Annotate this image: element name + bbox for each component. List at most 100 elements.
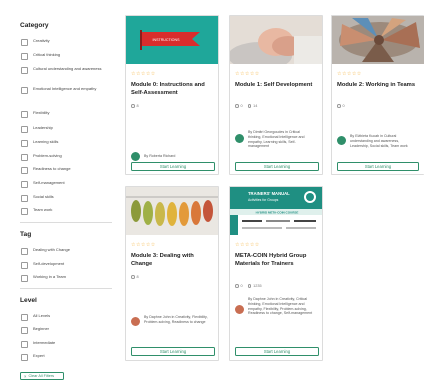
- students-icon: [247, 104, 252, 108]
- course-card[interactable]: ☆☆☆☆☆ Module 1: Self Development 0 14 By …: [229, 15, 323, 175]
- avatar: [337, 136, 346, 145]
- filter-tag-self-development[interactable]: Self-development: [21, 261, 113, 269]
- course-meta: 8: [131, 104, 139, 108]
- tag-heading: Tag: [20, 231, 32, 238]
- checkbox[interactable]: [21, 313, 28, 321]
- checkbox[interactable]: [21, 353, 28, 361]
- thumb-banner-text: INSTRUCTIONS: [153, 38, 181, 42]
- filter-level-all-levels[interactable]: All Levels: [21, 313, 113, 321]
- thumb-manual-subtitle: Activities for Groups: [248, 198, 279, 202]
- checkbox[interactable]: [21, 125, 28, 133]
- rating-stars: ☆☆☆☆☆: [131, 71, 156, 77]
- filter-label: Emotional Intelligence and empathy: [33, 86, 97, 91]
- checkbox[interactable]: [21, 86, 28, 94]
- checkbox[interactable]: [21, 247, 28, 255]
- checkbox[interactable]: [21, 66, 28, 74]
- author-text: By Daphne John in Creativity, Flexibilit…: [144, 315, 208, 324]
- checkbox[interactable]: [21, 166, 28, 174]
- filter-category-readiness-to-change[interactable]: Readiness to change: [21, 166, 113, 174]
- filter-category-cultural-understanding[interactable]: Cultural understanding and awareness: [21, 66, 113, 74]
- start-learning-button[interactable]: Start Learning: [337, 162, 419, 171]
- filter-label: Learning skills: [33, 139, 59, 144]
- filter-category-problem-solving[interactable]: Problem-solving: [21, 153, 113, 161]
- course-card[interactable]: TRAINERS' MANUAL Activities for Groups H…: [229, 186, 323, 361]
- checkbox[interactable]: [21, 180, 28, 188]
- filter-category-social-skills[interactable]: Social skills: [21, 194, 113, 202]
- filter-label: Self-development: [33, 261, 65, 266]
- checkbox[interactable]: [21, 274, 28, 282]
- rating-stars: ☆☆☆☆☆: [337, 71, 362, 77]
- course-card[interactable]: ☆☆☆☆☆ Module 2: Working in Teams 0 By El…: [331, 15, 424, 175]
- students-count: 14: [253, 104, 258, 108]
- checkbox[interactable]: [21, 340, 28, 348]
- filter-label: Expert: [33, 353, 45, 358]
- lessons-count: 0: [240, 284, 243, 288]
- lessons-count: 8: [136, 275, 139, 279]
- course-thumbnail: INSTRUCTIONS: [126, 16, 218, 64]
- course-author: By Daphne John in Creativity, Flexibilit…: [131, 315, 210, 326]
- checkbox[interactable]: [21, 52, 28, 60]
- filter-label: Creativity: [33, 38, 50, 43]
- course-card[interactable]: INSTRUCTIONS ☆☆☆☆☆ Module 0: Instruction…: [125, 15, 219, 175]
- close-icon: ×: [24, 373, 27, 379]
- course-title[interactable]: META-COIN Hybrid Group Materials for Tra…: [235, 253, 319, 268]
- checkbox[interactable]: [21, 326, 28, 334]
- course-thumbnail: [332, 16, 424, 64]
- filter-category-creativity[interactable]: Creativity: [21, 38, 113, 46]
- students-icon: [247, 284, 252, 288]
- checkbox[interactable]: [21, 194, 28, 202]
- filter-label: Working in a Team: [33, 274, 66, 279]
- filter-category-leadership[interactable]: Leadership: [21, 125, 113, 133]
- students-count: 1235: [253, 284, 262, 288]
- avatar: [131, 317, 140, 326]
- checkbox[interactable]: [21, 139, 28, 147]
- author-text: By Daphne John in Creativity, Critical t…: [248, 297, 313, 316]
- filter-label: Problem-solving: [33, 153, 62, 158]
- avatar: [235, 305, 244, 314]
- filter-sidebar: Category Creativity Critical thinking Cu…: [0, 0, 120, 381]
- course-title[interactable]: Module 1: Self Development: [235, 82, 319, 90]
- filter-tag-working-in-a-team[interactable]: Working in a Team: [21, 274, 113, 282]
- checkbox[interactable]: [21, 207, 28, 215]
- filter-level-expert[interactable]: Expert: [21, 353, 113, 361]
- filter-category-critical-thinking[interactable]: Critical thinking: [21, 52, 113, 60]
- divider: [20, 222, 112, 223]
- avatar: [131, 152, 140, 161]
- checkbox[interactable]: [21, 110, 28, 118]
- level-heading: Level: [20, 297, 37, 304]
- lessons-icon: [235, 104, 239, 108]
- start-learning-button[interactable]: Start Learning: [235, 162, 319, 171]
- filter-label: Team work: [33, 207, 53, 212]
- course-meta: 0 1235: [235, 284, 262, 288]
- clear-all-filters-button[interactable]: × Clear All Filters: [20, 372, 64, 380]
- thumb-manual-title: TRAINERS' MANUAL: [248, 191, 290, 196]
- filter-tag-dealing-with-change[interactable]: Dealing with Change: [21, 247, 113, 255]
- filter-category-emotional-intelligence[interactable]: Emotional Intelligence and empathy: [21, 86, 113, 94]
- filter-category-learning-skills[interactable]: Learning skills: [21, 139, 113, 147]
- filter-level-intermediate[interactable]: Intermediate: [21, 340, 113, 348]
- start-learning-button[interactable]: Start Learning: [131, 347, 215, 356]
- rating-stars: ☆☆☆☆☆: [131, 242, 156, 248]
- filter-category-team-work[interactable]: Team work: [21, 207, 113, 215]
- checkbox[interactable]: [21, 153, 28, 161]
- author-text: By Elżbieta Kucab in Cultural understand…: [350, 134, 408, 148]
- checkbox[interactable]: [21, 38, 28, 46]
- course-card[interactable]: ☆☆☆☆☆ Module 3: Dealing with Change 8 By…: [125, 186, 219, 361]
- start-learning-button[interactable]: Start Learning: [235, 347, 319, 356]
- course-author: By Roberta Richard: [131, 152, 210, 161]
- course-title[interactable]: Module 2: Working in Teams: [337, 82, 421, 90]
- course-title[interactable]: Module 3: Dealing with Change: [131, 253, 215, 268]
- course-meta: 0: [337, 104, 345, 108]
- filter-level-beginner[interactable]: Beginner: [21, 326, 113, 334]
- course-title[interactable]: Module 0: Instructions and Self-Assessme…: [131, 82, 215, 97]
- filter-category-flexibility[interactable]: Flexibility: [21, 110, 113, 118]
- start-learning-button[interactable]: Start Learning: [131, 162, 215, 171]
- lessons-icon: [131, 104, 135, 108]
- filter-category-self-management[interactable]: Self-management: [21, 180, 113, 188]
- course-meta: 0 14: [235, 104, 257, 108]
- rating-stars: ☆☆☆☆☆: [235, 71, 260, 77]
- checkbox[interactable]: [21, 261, 28, 269]
- filter-label: Self-management: [33, 180, 65, 185]
- filter-label: Dealing with Change: [33, 247, 70, 252]
- lessons-count: 0: [342, 104, 345, 108]
